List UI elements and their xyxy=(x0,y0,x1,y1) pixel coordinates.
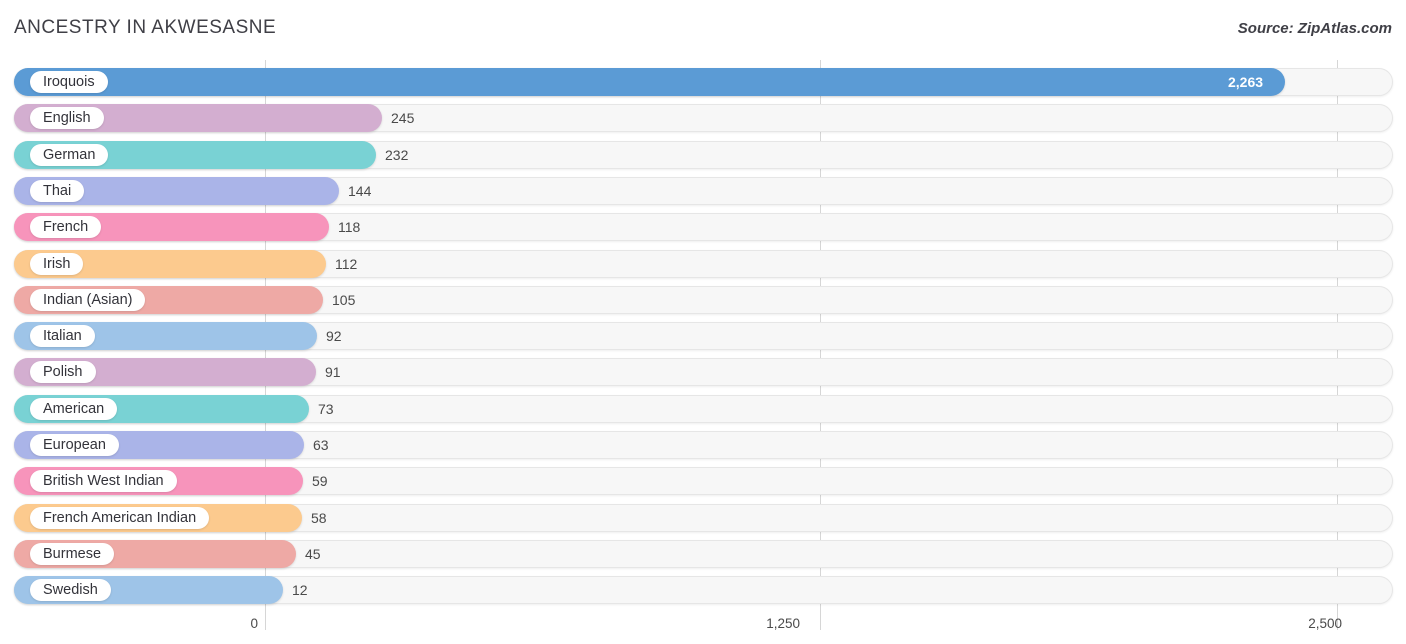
bar-category-label: American xyxy=(30,398,117,420)
table-row[interactable]: Italian 92 xyxy=(14,322,1393,350)
page-title: ANCESTRY IN AKWESASNE xyxy=(14,17,276,39)
chart-root: ANCESTRY IN AKWESASNE Source: ZipAtlas.c… xyxy=(0,0,1406,644)
bar-category-label: Indian (Asian) xyxy=(30,289,145,311)
bar-value-label: 232 xyxy=(385,145,408,165)
bar-category-label: French American Indian xyxy=(30,507,209,529)
axis-tick-line xyxy=(265,608,266,630)
axis-tick-label: 1,250 xyxy=(766,616,800,631)
bar-category-label: Burmese xyxy=(30,543,114,565)
table-row[interactable]: German 232 xyxy=(14,141,1393,169)
table-row[interactable]: Polish 91 xyxy=(14,358,1393,386)
table-row[interactable]: French American Indian 58 xyxy=(14,504,1393,532)
bar-value-label: 59 xyxy=(312,471,328,491)
bar-category-label: German xyxy=(30,144,108,166)
table-row[interactable]: English 245 xyxy=(14,104,1393,132)
bar-value-label: 2,263 xyxy=(1228,72,1263,92)
bar-value-label: 112 xyxy=(335,254,357,274)
bar-category-label: Iroquois xyxy=(30,71,108,93)
bar-category-label: Italian xyxy=(30,325,95,347)
source-attribution: Source: ZipAtlas.com xyxy=(1238,20,1392,37)
bar[interactable] xyxy=(14,68,1285,96)
bar-value-label: 245 xyxy=(391,108,414,128)
bar-category-label: British West Indian xyxy=(30,470,177,492)
bar-value-label: 144 xyxy=(348,181,371,201)
table-row[interactable]: Burmese 45 xyxy=(14,540,1393,568)
table-row[interactable]: European 63 xyxy=(14,431,1393,459)
bar-category-label: Thai xyxy=(30,180,84,202)
bar-category-label: European xyxy=(30,434,119,456)
table-row[interactable]: Thai 144 xyxy=(14,177,1393,205)
table-row[interactable]: Swedish 12 xyxy=(14,576,1393,604)
bar-category-label: Polish xyxy=(30,361,96,383)
table-row[interactable]: French 118 xyxy=(14,213,1393,241)
bar-value-label: 92 xyxy=(326,326,342,346)
bar-value-label: 58 xyxy=(311,508,327,528)
table-row[interactable]: Iroquois 2,263 xyxy=(14,68,1393,96)
bar-value-label: 45 xyxy=(305,544,321,564)
bar-value-label: 12 xyxy=(292,580,308,600)
bar-category-label: Irish xyxy=(30,253,83,275)
x-axis: 0 1,250 2,500 xyxy=(0,608,1406,644)
table-row[interactable]: Irish 112 xyxy=(14,250,1393,278)
plot-area: Iroquois 2,263 English 245 German 232 Thai 144 F… xyxy=(0,60,1406,608)
table-row[interactable]: Indian (Asian) 105 xyxy=(14,286,1393,314)
bar-category-label: Swedish xyxy=(30,579,111,601)
table-row[interactable]: British West Indian 59 xyxy=(14,467,1393,495)
axis-tick-label: 0 xyxy=(250,616,258,631)
bar-value-label: 91 xyxy=(325,362,341,382)
bar-category-label: English xyxy=(30,107,104,129)
bar-value-label: 73 xyxy=(318,399,334,419)
bar-category-label: French xyxy=(30,216,101,238)
axis-tick-label: 2,500 xyxy=(1308,616,1342,631)
table-row[interactable]: American 73 xyxy=(14,395,1393,423)
bar-value-label: 118 xyxy=(338,217,360,237)
bar-value-label: 105 xyxy=(332,290,355,310)
axis-tick-line xyxy=(820,608,821,630)
bar-value-label: 63 xyxy=(313,435,329,455)
